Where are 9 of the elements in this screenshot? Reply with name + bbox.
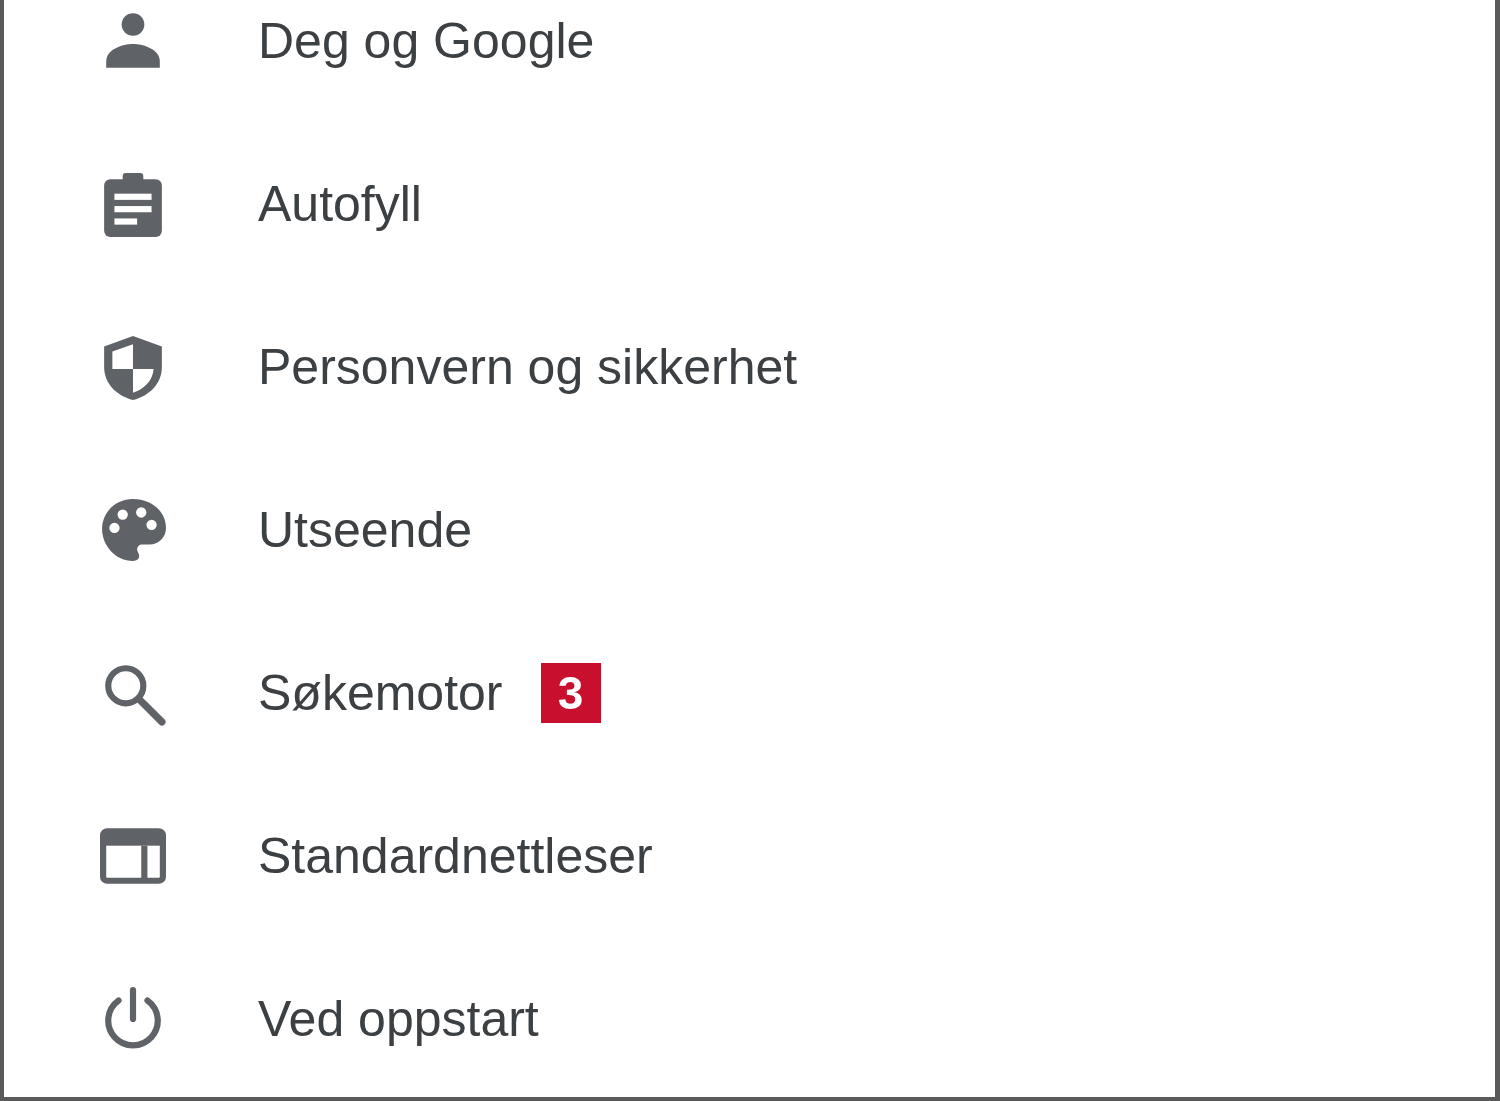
menu-item[interactable]: Standardnettleser [258, 830, 653, 881]
palette-icon [100, 496, 166, 563]
menu-item[interactable]: Autofyll [258, 178, 422, 229]
menu-item[interactable]: Utseende [258, 504, 473, 555]
count-badge: 3 [540, 662, 601, 723]
menu-item[interactable]: Søkemotor [258, 667, 503, 718]
menu-item[interactable]: Deg og Google [258, 15, 595, 66]
menu-item[interactable]: Ved oppstart [258, 993, 539, 1044]
menu-item[interactable]: Personvern og sikkerhet [258, 341, 798, 392]
